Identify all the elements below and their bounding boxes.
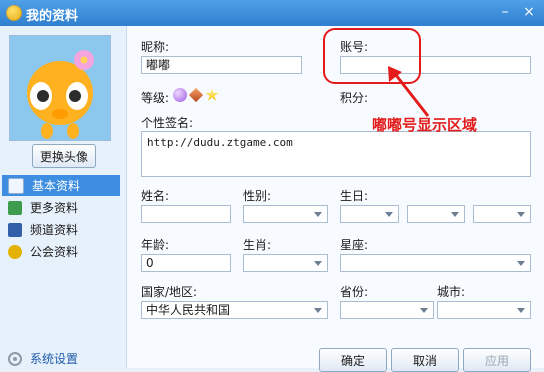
chevron-down-icon (420, 308, 428, 313)
sidebar-item-channel-info[interactable]: 频道资料 (2, 219, 120, 240)
system-settings-link[interactable]: 系统设置 (8, 350, 78, 367)
channel-icon (8, 222, 22, 237)
gear-icon (8, 351, 22, 366)
chevron-down-icon (451, 212, 459, 217)
birthday-year-select[interactable] (340, 205, 399, 223)
moon-icon (173, 88, 187, 102)
close-button[interactable]: × (518, 2, 540, 22)
signature-field[interactable]: http://dudu.ztgame.com (141, 131, 531, 177)
ok-button[interactable]: 确定 (319, 348, 387, 372)
level-label: 等级: (141, 91, 170, 105)
city-select[interactable] (437, 301, 531, 319)
province-select[interactable] (340, 301, 434, 319)
change-avatar-button[interactable]: 更换头像 (32, 144, 96, 168)
chevron-down-icon (517, 212, 525, 217)
sidebar-item-basic-info[interactable]: 基本资料 (2, 175, 120, 196)
zodiac-select[interactable] (243, 254, 328, 272)
window-title: 我的资料 (26, 9, 79, 24)
points-label: 积分: (340, 91, 369, 105)
province-label: 省份: (340, 285, 369, 299)
avatar[interactable] (9, 35, 111, 141)
sidebar-item-more-info[interactable]: 更多资料 (2, 197, 120, 218)
chevron-down-icon (314, 212, 322, 217)
country-label: 国家/地区: (141, 285, 198, 299)
octopus-avatar-icon (10, 36, 110, 140)
gender-select[interactable] (243, 205, 328, 223)
system-settings-label: 系统设置 (30, 352, 79, 366)
sidebar-item-label: 更多资料 (30, 201, 79, 215)
annotation-text: 嘟嘟号显示区域 (372, 116, 478, 134)
sidebar-item-guild-info[interactable]: 公会资料 (2, 241, 120, 262)
birthday-day-select[interactable] (473, 205, 531, 223)
sidebar-item-label: 基本资料 (32, 179, 81, 193)
apply-button[interactable]: 应用 (463, 348, 531, 372)
birthday-label: 生日: (340, 189, 369, 203)
title-bar: 我的资料 – × (0, 0, 544, 26)
country-select[interactable]: 中华人民共和国 (141, 301, 328, 319)
guild-shield-icon (8, 244, 22, 259)
chevron-down-icon (517, 308, 525, 313)
chevron-down-icon (385, 212, 393, 217)
minimize-button[interactable]: – (494, 2, 516, 22)
zodiac-label: 生肖: (243, 238, 272, 252)
chevron-down-icon (314, 308, 322, 313)
sidebar-item-label: 频道资料 (30, 223, 79, 237)
city-label: 城市: (437, 285, 466, 299)
id-card-icon (8, 177, 24, 194)
nickname-field[interactable]: 嘟嘟 (141, 56, 302, 74)
gender-label: 性别: (243, 189, 272, 203)
cancel-button[interactable]: 取消 (391, 348, 459, 372)
chevron-down-icon (314, 261, 322, 266)
card-icon (8, 200, 22, 215)
annotation-arrow-icon (388, 66, 430, 117)
constellation-label: 星座: (340, 238, 369, 252)
level-icons (173, 87, 219, 103)
birthday-month-select[interactable] (407, 205, 465, 223)
age-label: 年龄: (141, 238, 170, 252)
country-value: 中华人民共和国 (146, 303, 231, 317)
age-field[interactable]: 0 (141, 254, 231, 272)
name-label: 姓名: (141, 189, 170, 203)
constellation-select[interactable] (340, 254, 531, 272)
name-field[interactable] (141, 205, 231, 223)
app-logo-icon (6, 5, 22, 21)
sidebar-item-label: 公会资料 (30, 245, 79, 259)
sidebar: 更换头像 基本资料 更多资料 频道资料 公会资料 (0, 26, 127, 368)
chevron-down-icon (517, 261, 525, 266)
diamond-icon (188, 87, 204, 103)
star-icon (205, 88, 219, 101)
signature-label: 个性签名: (141, 116, 194, 130)
nickname-label: 昵称: (141, 40, 170, 54)
